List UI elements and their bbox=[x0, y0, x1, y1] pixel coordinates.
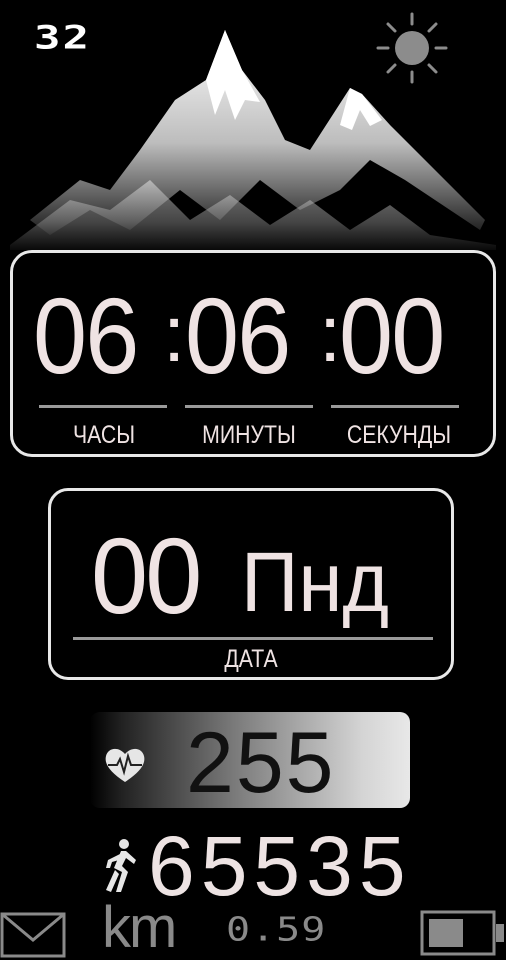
date-day: 00 bbox=[91, 515, 202, 636]
battery-icon bbox=[420, 910, 504, 956]
date-panel: 00 Пнд ДАТА bbox=[48, 488, 454, 680]
minutes-value: 06 bbox=[185, 275, 291, 396]
time-separator: : bbox=[319, 289, 342, 378]
walker-icon bbox=[106, 839, 136, 892]
seconds-label: СЕКУНДЫ bbox=[346, 421, 452, 449]
mail-icon bbox=[0, 912, 66, 958]
divider bbox=[39, 405, 167, 408]
date-label: ДАТА bbox=[224, 645, 278, 673]
divider bbox=[185, 405, 313, 408]
hours-label: ЧАСЫ bbox=[72, 421, 136, 449]
mountains-image bbox=[10, 30, 496, 250]
hours-value: 06 bbox=[33, 275, 139, 396]
distance-unit: km bbox=[102, 895, 177, 960]
divider bbox=[331, 405, 459, 408]
date-weekday: Пнд bbox=[241, 535, 389, 629]
time-panel: 06 : 06 : 00 ЧАСЫ МИНУТЫ СЕКУНДЫ bbox=[10, 250, 496, 457]
steps-value: 65535 bbox=[148, 819, 412, 913]
heart-pulse-icon bbox=[105, 748, 145, 782]
heart-rate-bar: 255 bbox=[90, 712, 410, 808]
minutes-label: МИНУТЫ bbox=[202, 421, 296, 449]
distance-value: 0.59 bbox=[226, 911, 327, 949]
time-separator: : bbox=[163, 289, 186, 378]
divider bbox=[73, 637, 433, 640]
heart-rate-value: 255 bbox=[186, 715, 336, 811]
seconds-value: 00 bbox=[339, 275, 445, 396]
